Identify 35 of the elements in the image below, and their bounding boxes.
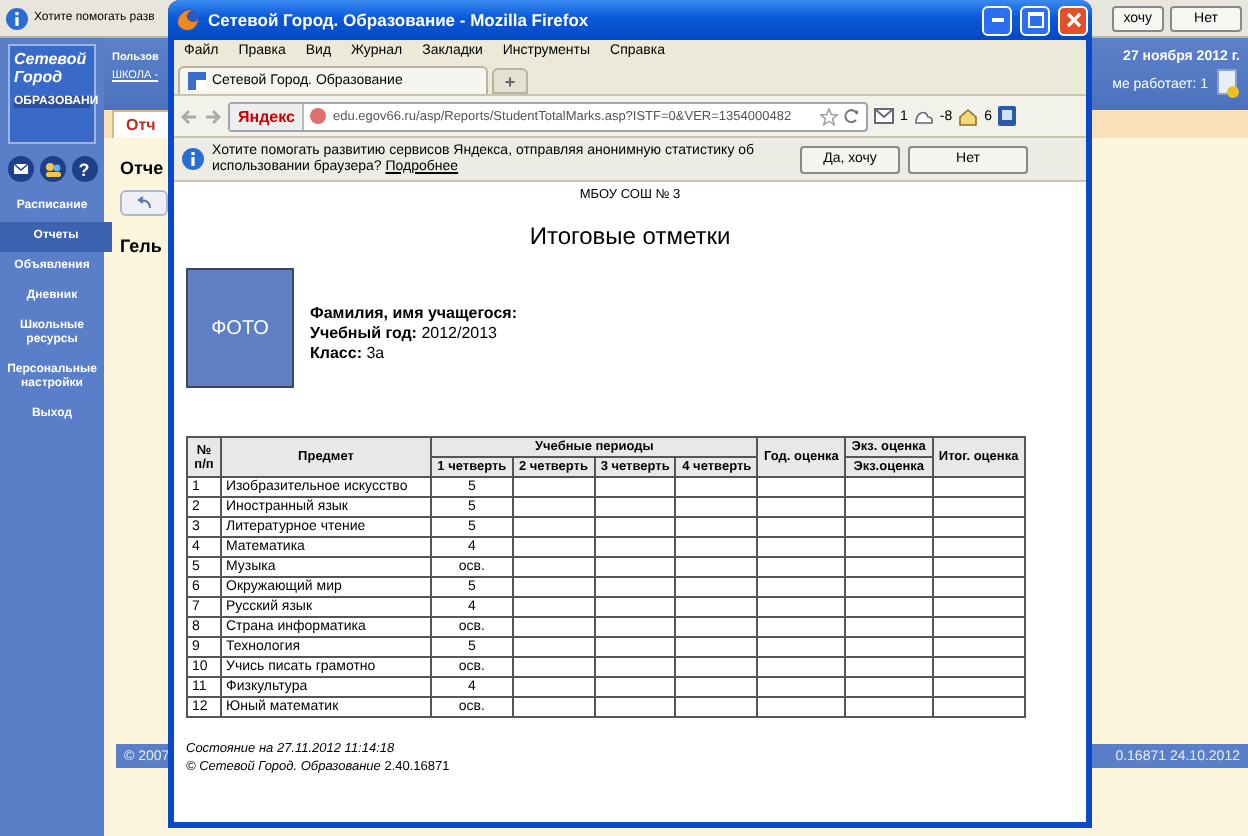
info-icon	[182, 148, 204, 170]
report-heading: Итоговые отметки	[527, 222, 733, 250]
new-tab-button[interactable]: +	[492, 68, 528, 94]
bookmark-icon[interactable]	[998, 106, 1017, 126]
people-icon[interactable]	[39, 156, 65, 182]
close-button[interactable]	[1058, 5, 1088, 35]
window-title: Сетевой Город. Образование - Mozilla Firefox	[208, 10, 589, 30]
page-icon	[188, 72, 206, 90]
maximize-icon	[1027, 12, 1043, 28]
student-info-line: Учебный год: 2012/2013	[310, 323, 500, 341]
reload-icon[interactable]	[844, 108, 860, 124]
document-icon[interactable]	[1216, 68, 1240, 100]
back-arrow-icon	[136, 196, 152, 210]
page-tab[interactable]: Отч	[112, 110, 170, 138]
mail-icon[interactable]	[7, 156, 33, 182]
student-name: Гель	[120, 236, 162, 256]
help-icon[interactable]: ?	[71, 156, 97, 182]
star-icon[interactable]	[820, 107, 838, 125]
info-icon	[6, 7, 28, 29]
photo-label: ФОТО	[211, 317, 269, 339]
minimize-icon	[991, 18, 1003, 22]
student-info-line: Класс: 3а	[310, 343, 387, 361]
mail-icon[interactable]	[874, 108, 894, 124]
logo-text: Сетевой	[14, 50, 89, 68]
logo-text: Город	[14, 68, 65, 86]
page-title: Отче	[120, 158, 164, 178]
minimize-button[interactable]	[982, 5, 1012, 35]
cloud-icon[interactable]	[913, 109, 934, 123]
close-icon	[1065, 12, 1081, 28]
browser-icon	[176, 8, 200, 32]
back-button[interactable]	[120, 190, 168, 216]
site-icon	[310, 108, 327, 124]
search-engine-button[interactable]: Яндекс	[230, 103, 305, 129]
student-info-line: Фамилия, имя учащегося:	[310, 303, 517, 321]
maximize-button[interactable]	[1020, 5, 1050, 35]
